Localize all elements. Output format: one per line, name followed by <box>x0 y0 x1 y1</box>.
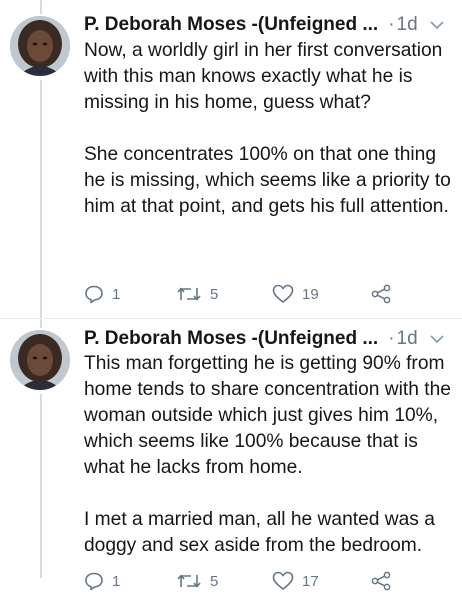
tweet-actions: 1 5 19 <box>84 281 404 307</box>
tweet[interactable]: P. Deborah Moses -(Unfeigned ... · 1d Th… <box>0 320 462 591</box>
chevron-down-icon[interactable] <box>430 17 444 34</box>
tweet-divider <box>0 318 462 319</box>
author-name[interactable]: P. Deborah Moses -(Unfeigned ... <box>84 14 378 36</box>
tweet-timestamp[interactable]: 1d <box>397 328 418 350</box>
retweet-button[interactable]: 5 <box>176 571 272 591</box>
heart-icon <box>272 284 294 303</box>
like-count: 19 <box>302 285 319 303</box>
like-button[interactable]: 19 <box>272 284 370 304</box>
separator-dot: · <box>388 14 395 35</box>
avatar[interactable] <box>10 16 70 76</box>
retweet-button[interactable]: 5 <box>176 284 272 304</box>
tweet-paragraph: Now, a worldly girl in her first convers… <box>84 40 443 113</box>
like-count: 17 <box>302 572 319 590</box>
tweet-actions: 1 5 17 <box>84 568 404 594</box>
tweet-paragraph: This man forgetting he is getting 90% fr… <box>84 353 451 478</box>
author-name[interactable]: P. Deborah Moses -(Unfeigned ... <box>84 328 378 350</box>
reply-icon <box>85 572 103 591</box>
reply-button[interactable]: 1 <box>84 571 176 591</box>
tweet-text: Now, a worldly girl in her first convers… <box>84 38 458 220</box>
chevron-down-icon[interactable] <box>430 331 444 348</box>
share-icon <box>371 571 391 591</box>
separator-dot: · <box>388 328 395 349</box>
retweet-count: 5 <box>210 572 219 590</box>
reply-button[interactable]: 1 <box>84 284 176 304</box>
reply-count: 1 <box>112 572 121 590</box>
share-button[interactable] <box>370 571 392 591</box>
share-button[interactable] <box>370 284 392 304</box>
avatar[interactable] <box>10 330 70 390</box>
tweet-paragraph: She concentrates 100% on that one thing … <box>84 144 451 217</box>
tweet-paragraph: I met a married man, all he wanted was a… <box>84 509 435 556</box>
retweet-count: 5 <box>210 285 219 303</box>
retweet-icon <box>177 574 201 588</box>
reply-icon <box>85 285 103 304</box>
tweet-text: This man forgetting he is getting 90% fr… <box>84 351 458 559</box>
like-button[interactable]: 17 <box>272 571 370 591</box>
retweet-icon <box>177 287 201 301</box>
tweet-timestamp[interactable]: 1d <box>397 14 418 36</box>
heart-icon <box>272 571 294 590</box>
share-icon <box>371 284 391 304</box>
reply-count: 1 <box>112 285 121 303</box>
tweet[interactable]: P. Deborah Moses -(Unfeigned ... · 1d No… <box>0 0 462 320</box>
